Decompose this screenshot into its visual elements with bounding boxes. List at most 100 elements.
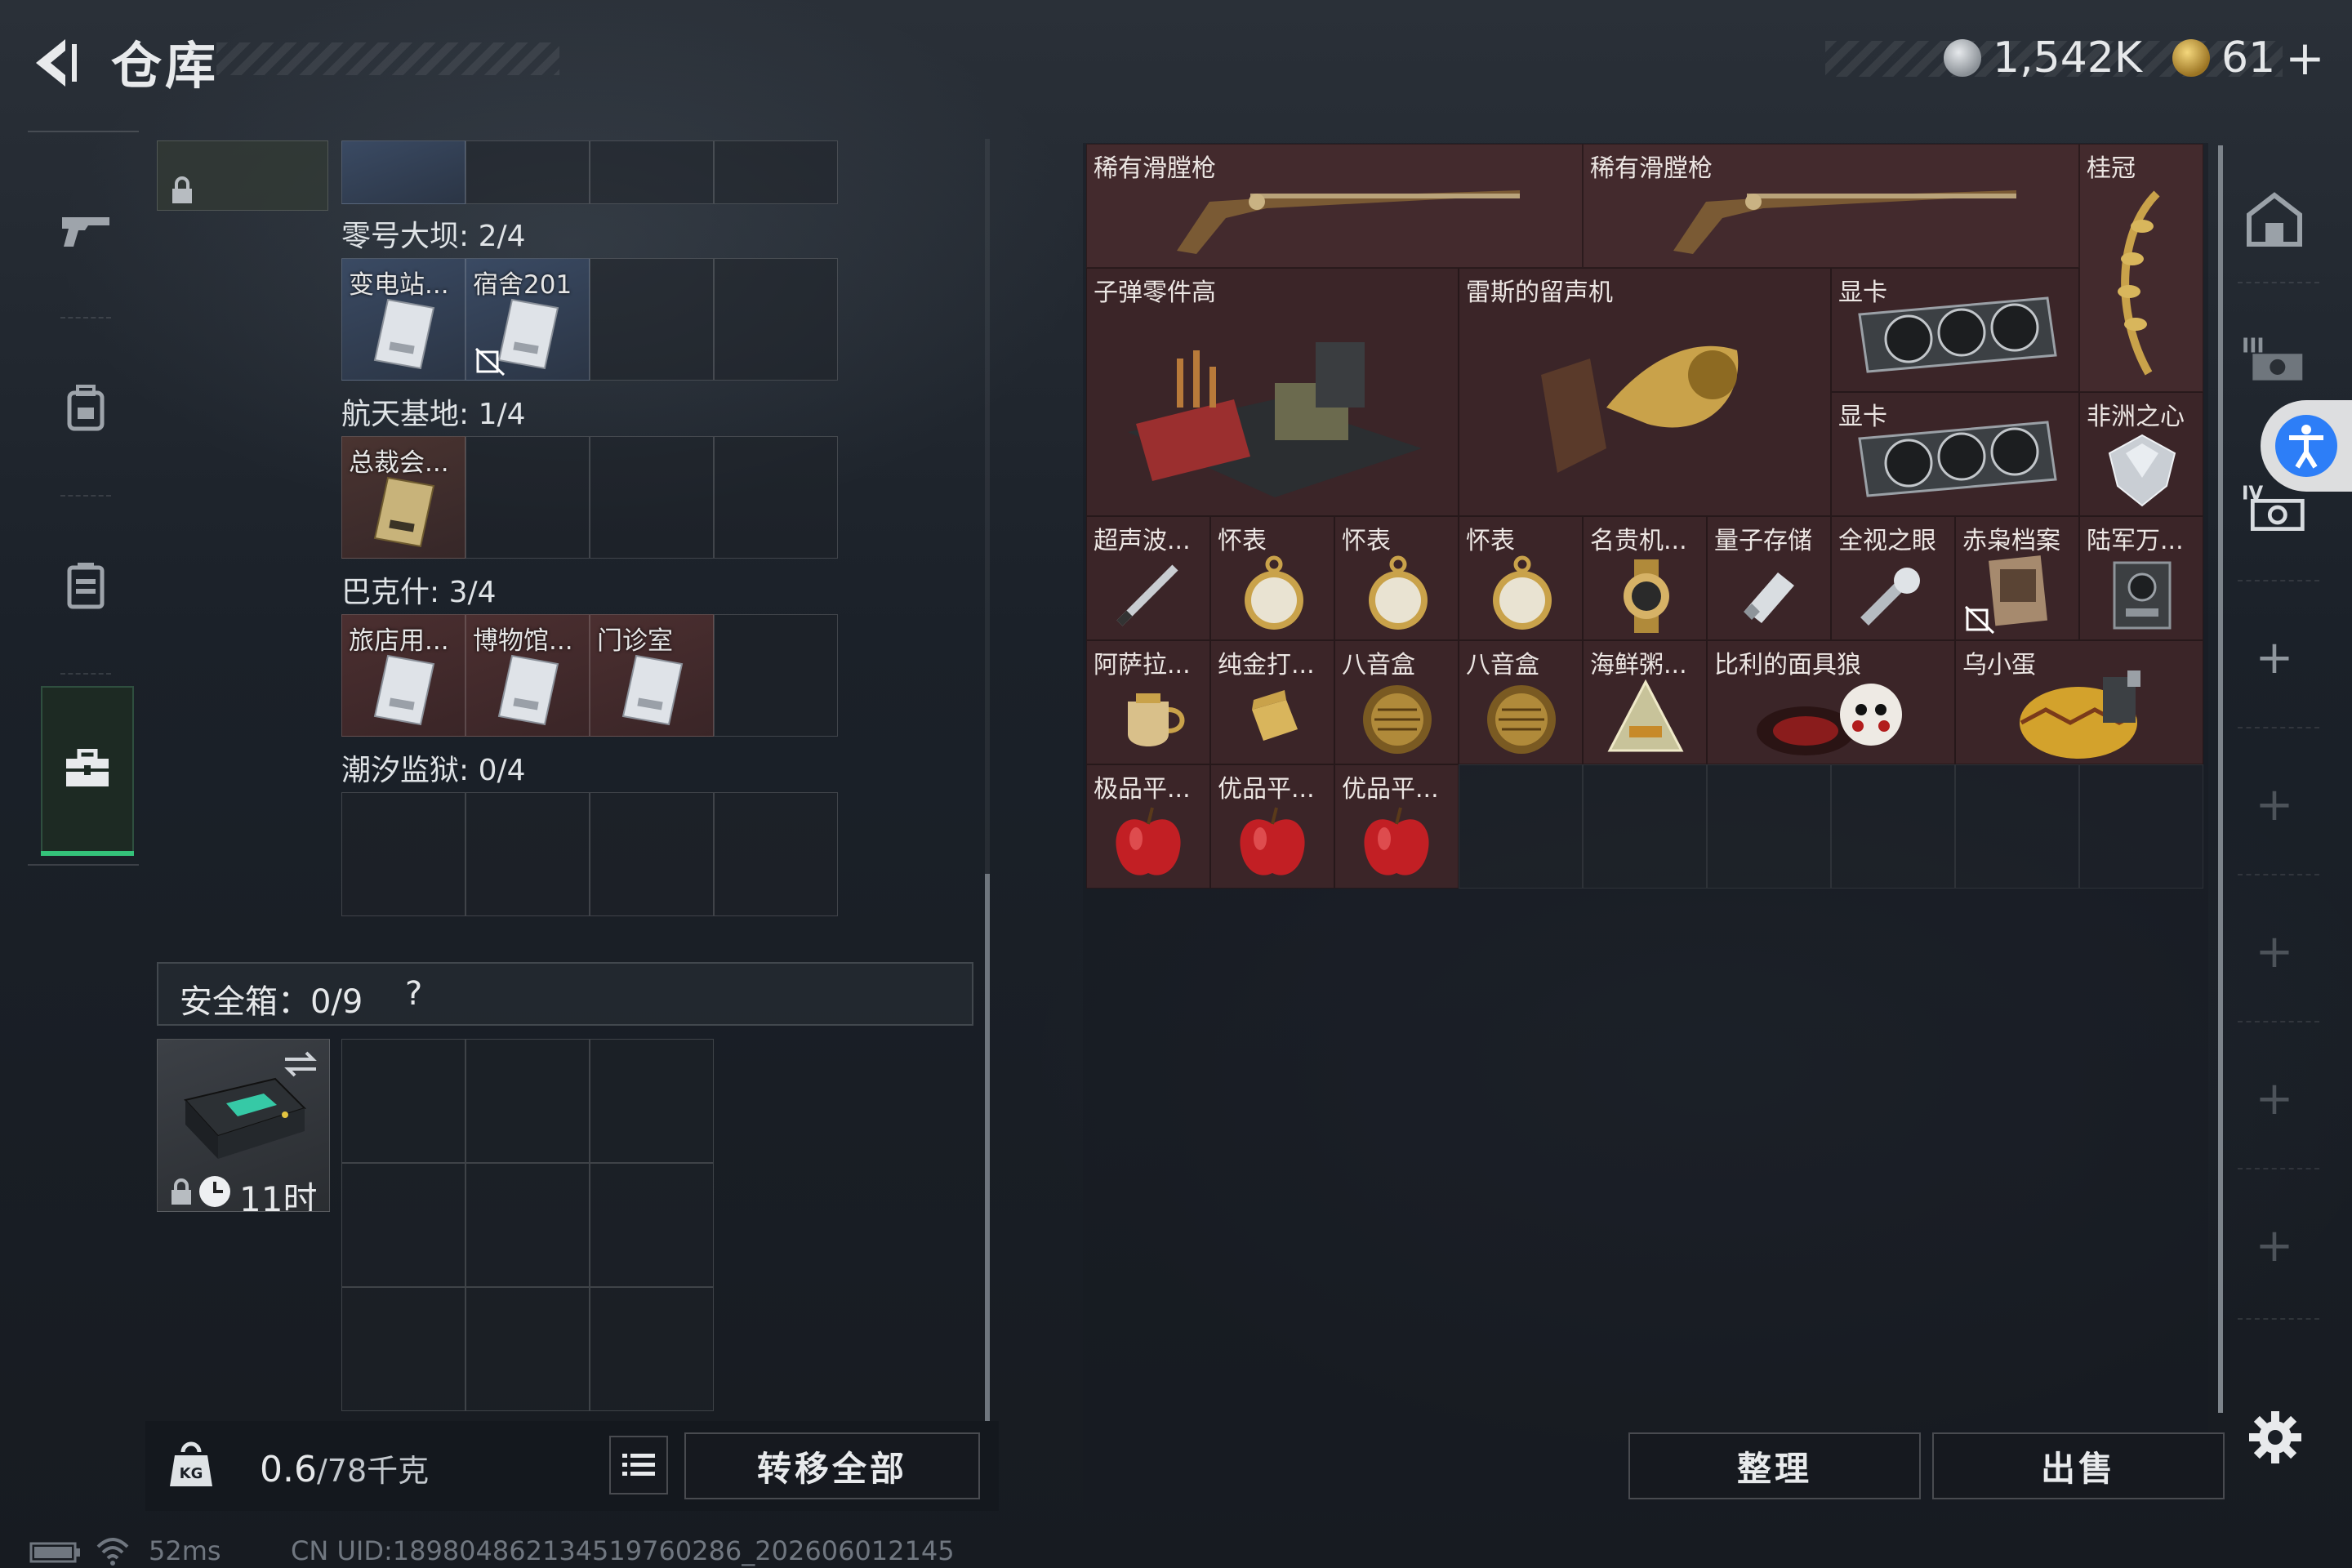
grid-cell[interactable]	[341, 140, 466, 204]
sort-button[interactable]: 整理	[1628, 1432, 1921, 1499]
right-scrollbar[interactable]	[2218, 145, 2223, 1413]
storage-item-bullet-parts[interactable]: 子弹零件高	[1086, 268, 1459, 516]
keycard-grid-prison	[341, 792, 838, 916]
storage-item-watch[interactable]: 全视之眼	[1831, 516, 1955, 640]
grid-cell	[714, 258, 838, 381]
keycard-icon	[497, 298, 559, 370]
ultrasonic-pen-icon	[1116, 564, 1178, 626]
add-storage-button[interactable]: +	[2242, 1214, 2307, 1279]
storage-item-documents[interactable]: 赤枭档案	[1955, 516, 2079, 640]
sell-button[interactable]: 出售	[1932, 1432, 2225, 1499]
add-currency-button[interactable]: +	[2285, 30, 2325, 86]
grid-cell	[466, 1163, 590, 1287]
list-view-button[interactable]	[609, 1436, 668, 1494]
safe-box-help-button[interactable]: ?	[405, 975, 422, 1013]
page-title: 仓库	[111, 36, 220, 96]
clock-icon	[199, 1176, 230, 1207]
tab-storage-3[interactable]: III	[2242, 325, 2307, 390]
settings-gear-icon[interactable]	[2247, 1410, 2303, 1465]
storage-item-luxury-watch[interactable]: 名贵机...	[1583, 516, 1707, 640]
music-box-icon	[1487, 685, 1556, 754]
safe-box-grid	[341, 1039, 714, 1411]
storage-item-gpu[interactable]: 显卡	[1831, 392, 2079, 516]
keycard-item[interactable]: 门诊室	[590, 614, 714, 737]
apple-icon	[1116, 807, 1181, 875]
accessibility-button[interactable]	[2261, 400, 2352, 492]
storage-item-music-box[interactable]: 八音盒	[1459, 640, 1583, 764]
safe-box-item[interactable]: 11时	[157, 1039, 330, 1212]
keycard-item[interactable]: 旅店用...	[341, 614, 466, 737]
item-label: 非洲之心	[2087, 403, 2185, 431]
storage-item-apple[interactable]: 极品平...	[1086, 764, 1210, 889]
title-decoration	[216, 42, 559, 75]
currency-silver: 1,542K	[1944, 29, 2142, 87]
transfer-all-button[interactable]: 转移全部	[684, 1432, 980, 1499]
grid-cell	[341, 1039, 466, 1163]
svg-text:KG: KG	[180, 1465, 203, 1482]
item-label: 纯金打...	[1218, 651, 1315, 679]
storage-item-usb[interactable]: 量子存储	[1707, 516, 1831, 640]
storage-item-music-box[interactable]: 八音盒	[1334, 640, 1459, 764]
add-storage-button[interactable]: +	[2242, 773, 2307, 838]
keycard-icon	[373, 476, 435, 548]
keycard-icon	[373, 654, 435, 726]
keycard-icon	[373, 298, 435, 370]
storage-item-egg[interactable]: 乌小蛋	[1955, 640, 2203, 764]
keycard-item[interactable]: 博物馆...	[466, 614, 590, 737]
item-label: 阿萨拉...	[1094, 651, 1191, 679]
tab-vest[interactable]	[41, 541, 131, 630]
grid-cell	[714, 792, 838, 916]
storage-grid-cell	[2079, 764, 2203, 889]
tab-backpack[interactable]	[41, 363, 131, 452]
gun-icon	[62, 217, 109, 247]
keycard-item[interactable]: 变电站...	[341, 258, 466, 381]
weight-total: /78千克	[316, 1453, 430, 1489]
tab-weapons[interactable]	[41, 185, 131, 274]
storage-item-lighter[interactable]: 纯金打...	[1210, 640, 1334, 764]
add-storage-button[interactable]: +	[2242, 626, 2307, 691]
storage-item-teapot[interactable]: 阿萨拉...	[1086, 640, 1210, 764]
weight-value: 0.6	[260, 1449, 317, 1490]
plus-icon: +	[2255, 925, 2294, 978]
storage-item-pen[interactable]: 超声波...	[1086, 516, 1210, 640]
storage-item-apple[interactable]: 优品平...	[1210, 764, 1334, 889]
storage-item-pocket-watch[interactable]: 怀表	[1334, 516, 1459, 640]
tab-toolbox[interactable]	[41, 686, 134, 856]
storage-item-device[interactable]: 陆军万...	[2079, 516, 2203, 640]
swap-icon[interactable]	[282, 1048, 319, 1080]
grid-cell	[341, 1163, 466, 1287]
wifi-icon	[96, 1538, 129, 1566]
add-storage-button[interactable]: +	[2242, 920, 2307, 985]
grid-cell	[466, 436, 590, 559]
item-label: 量子存储	[1714, 527, 1812, 555]
left-scrollbar-thumb[interactable]	[985, 874, 990, 1421]
tab-storage-home[interactable]	[2242, 186, 2307, 252]
lock-icon	[172, 176, 192, 203]
storage-item-apple[interactable]: 优品平...	[1334, 764, 1459, 889]
storage-item-rifle[interactable]: 稀有滑膛枪	[1583, 144, 2079, 268]
laurel-crown-icon	[2118, 190, 2160, 376]
weight-icon: KG	[170, 1441, 212, 1486]
billy-puppet-icon	[1757, 684, 1902, 755]
storage-item-rifle[interactable]: 稀有滑膛枪	[1086, 144, 1583, 268]
keycard-item[interactable]: 宿舍201	[466, 258, 590, 381]
storage-item-gpu[interactable]: 显卡	[1831, 268, 2079, 392]
add-storage-button[interactable]: +	[2242, 1067, 2307, 1132]
storage-item-pocket-watch[interactable]: 怀表	[1459, 516, 1583, 640]
keycard-item[interactable]: 总裁会...	[341, 436, 466, 559]
ping-label: 52ms	[149, 1535, 221, 1566]
music-box-icon	[1363, 685, 1432, 754]
storage-item-seafood[interactable]: 海鲜粥...	[1583, 640, 1707, 764]
storage-item-puppet[interactable]: 比利的面具狼	[1707, 640, 1955, 764]
storage-item-diamond[interactable]: 非洲之心	[2079, 392, 2203, 516]
storage-item-laurel[interactable]: 桂冠	[2079, 144, 2203, 392]
back-arrow-icon[interactable]	[26, 34, 83, 91]
storage-item-phonograph[interactable]: 雷斯的留声机	[1459, 268, 1831, 516]
item-label: 陆军万...	[2087, 527, 2184, 555]
safe-box-header: 安全箱：0/9 ?	[157, 962, 973, 1026]
grid-cell	[590, 792, 714, 916]
golden-teapot-icon	[1128, 693, 1185, 746]
storage-item-pocket-watch[interactable]: 怀表	[1210, 516, 1334, 640]
pocket-watch-icon	[1245, 555, 1303, 630]
gold-lighter-icon	[1252, 690, 1298, 741]
